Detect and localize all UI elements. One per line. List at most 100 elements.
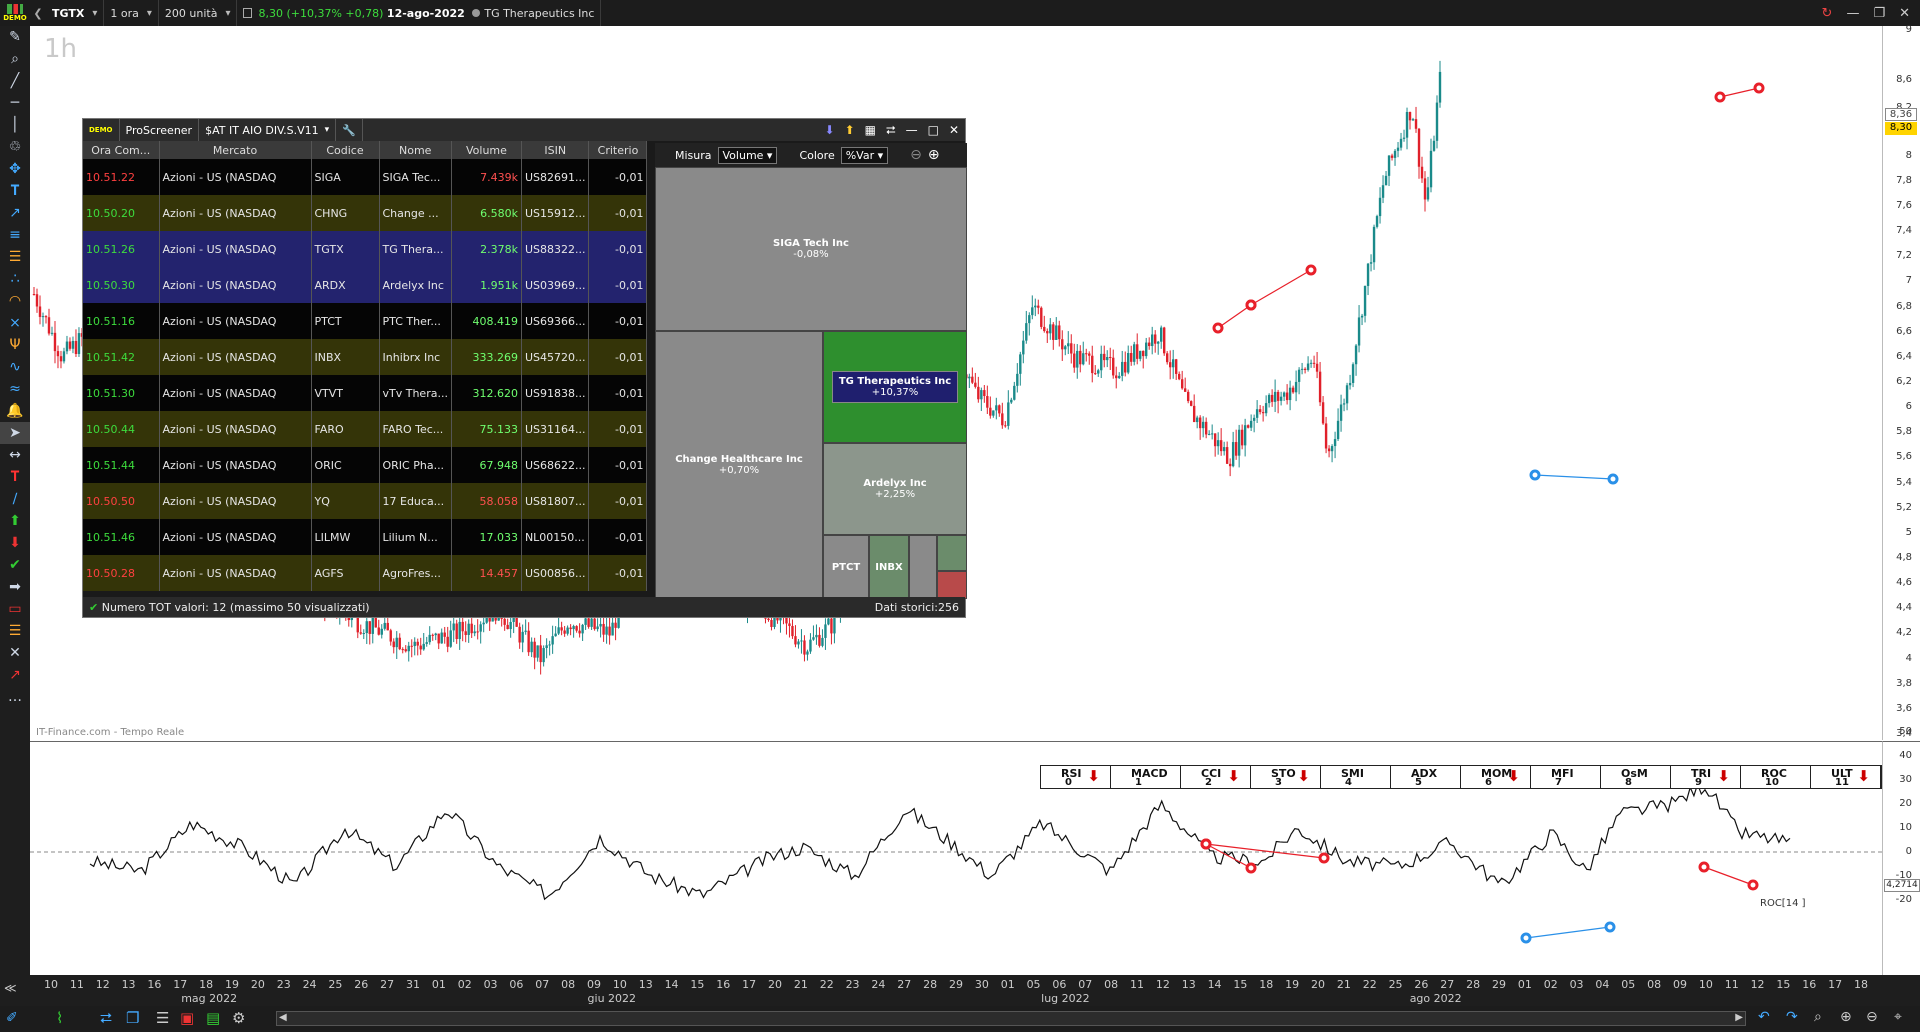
treemap-cell-small[interactable] xyxy=(937,571,967,599)
cycle-icon[interactable]: ∿ xyxy=(0,356,30,378)
window-minimize-icon[interactable]: — xyxy=(906,123,918,138)
oscillator-axis[interactable]: 50 40 30 20 10 0 -10 -20 4,2714 xyxy=(1882,726,1920,975)
measure-select[interactable]: Volume ▾ xyxy=(717,146,778,164)
draw-menu-icon[interactable]: ✐ xyxy=(6,1010,18,1026)
window-close-icon[interactable]: ✕ xyxy=(949,123,959,138)
table-row[interactable]: 10.51.30 Azioni - US (NASDAQ VTVT vTv Thera… xyxy=(83,375,648,411)
scroll-right-icon[interactable]: ▶ xyxy=(1735,1012,1743,1023)
indicator-mom[interactable]: MOM 6 ⬇ xyxy=(1461,766,1531,788)
indicator-rsi[interactable]: RSI 0 ⬇ xyxy=(1041,766,1111,788)
undo-icon[interactable]: ↶ xyxy=(1758,1009,1770,1025)
zoom-in-icon[interactable]: ⊕ xyxy=(928,147,940,163)
divergence-point[interactable] xyxy=(1245,862,1257,874)
arrow-up-icon[interactable]: ⬆ xyxy=(0,510,30,532)
chevron-left-icon[interactable]: ≪ xyxy=(4,981,17,995)
divergence-point[interactable] xyxy=(1200,838,1212,850)
zoom-out-icon[interactable]: ⊖ xyxy=(1866,1009,1878,1025)
color-select[interactable]: %Var ▾ xyxy=(840,146,889,164)
column-header[interactable]: Codice xyxy=(311,141,380,159)
table-row[interactable]: 10.50.44 Azioni - US (NASDAQ FARO FARO Tec.… xyxy=(83,411,648,447)
table-row[interactable]: 10.51.46 Azioni - US (NASDAQ LILMW Lilium N… xyxy=(83,519,648,555)
table-row[interactable]: 10.51.44 Azioni - US (NASDAQ ORIC ORIC Pha.… xyxy=(83,447,648,483)
divergence-point[interactable] xyxy=(1714,91,1726,103)
minimize-icon[interactable]: — xyxy=(1846,6,1859,21)
table-row[interactable]: 10.51.22 Azioni - US (NASDAQ SIGA SIGA Tec.… xyxy=(83,159,648,195)
scroll-left-icon[interactable]: ◀ xyxy=(279,1012,287,1023)
treemap-cell-siga[interactable]: SIGA Tech Inc -0,08% xyxy=(655,167,967,331)
arrow-down-icon[interactable]: ⬇ xyxy=(0,532,30,554)
divergence-point[interactable] xyxy=(1753,82,1765,94)
redo-icon[interactable]: ↷ xyxy=(1786,1009,1798,1025)
share-icon[interactable]: ⮂ xyxy=(886,123,896,138)
zoom-icon[interactable]: ⌕ xyxy=(0,48,30,70)
scanner-icon[interactable]: ▤ xyxy=(206,1009,220,1027)
chevron-left-icon[interactable]: ❮ xyxy=(30,0,46,26)
fibonacci-icon[interactable]: ☰ xyxy=(0,246,30,268)
table-row[interactable]: 10.51.16 Azioni - US (NASDAQ PTCT PTC Ther.… xyxy=(83,303,648,339)
zoom-out-icon[interactable]: ⊖ xyxy=(910,147,922,163)
column-header[interactable]: Volume xyxy=(451,141,522,159)
column-header[interactable]: Ora Com... xyxy=(83,141,160,159)
divergence-line[interactable] xyxy=(1534,474,1614,480)
refresh-icon[interactable]: ↻ xyxy=(1822,6,1833,21)
divergence-point[interactable] xyxy=(1318,852,1330,864)
proscreener-titlebar[interactable]: DEMO ProScreener $AT IT AIO DIV.S.V11 ▾ 🔧… xyxy=(83,119,965,141)
layers-icon[interactable]: ☰ xyxy=(0,620,30,642)
text-tool-icon[interactable]: 𝐓 xyxy=(0,180,30,202)
timeframe-select[interactable]: 1 ora xyxy=(104,0,159,26)
measure-icon[interactable]: ↔ xyxy=(0,444,30,466)
screener-icon[interactable]: ▣ xyxy=(180,1009,194,1027)
close-icon[interactable]: ✕ xyxy=(1899,6,1910,21)
divergence-line[interactable] xyxy=(1525,926,1611,939)
divergence-point[interactable] xyxy=(1305,264,1317,276)
divergence-line[interactable] xyxy=(1250,269,1312,306)
indicator-smi[interactable]: SMI 4 xyxy=(1321,766,1391,788)
gann-icon[interactable]: ⨯ xyxy=(0,312,30,334)
treemap-cell-small[interactable] xyxy=(909,535,937,599)
indicator-adx[interactable]: ADX 5 xyxy=(1391,766,1461,788)
wrench-icon[interactable]: 🔧 xyxy=(336,119,363,141)
pitchfork-icon[interactable]: Ψ xyxy=(0,334,30,356)
window-maximize-icon[interactable]: □ xyxy=(928,123,939,138)
divergence-point[interactable] xyxy=(1607,473,1619,485)
column-header[interactable]: ISIN xyxy=(521,141,590,159)
treemap-cell-chng[interactable]: Change Healthcare Inc +0,70% xyxy=(655,331,823,599)
symbol-select[interactable]: TGTX xyxy=(46,0,105,26)
table-row[interactable]: 10.50.30 Azioni - US (NASDAQ ARDX Ardelyx I… xyxy=(83,267,648,303)
vertical-line-icon[interactable]: │ xyxy=(0,114,30,136)
horizontal-scrollbar[interactable]: ◀ ▶ xyxy=(276,1011,1746,1026)
screener-list-select[interactable]: $AT IT AIO DIV.S.V11 ▾ xyxy=(199,119,337,141)
divergence-point[interactable] xyxy=(1747,879,1759,891)
column-header[interactable]: Mercato xyxy=(159,141,312,159)
arc-icon[interactable]: ◠ xyxy=(0,290,30,312)
divergence-point[interactable] xyxy=(1520,932,1532,944)
indicator-roc[interactable]: ROC 10 xyxy=(1741,766,1811,788)
ruler-icon[interactable]: ▭ xyxy=(0,598,30,620)
text-label-icon[interactable]: 𝐓 xyxy=(0,466,30,488)
divergence-line[interactable] xyxy=(1703,866,1754,886)
list-icon[interactable]: ☰ xyxy=(156,1009,169,1027)
wave-icon[interactable]: ≈ xyxy=(0,378,30,400)
column-header[interactable]: Criterio xyxy=(588,141,648,159)
upload-icon[interactable]: ⬆ xyxy=(845,123,855,138)
divergence-line[interactable] xyxy=(1719,87,1760,98)
zoom-fit-icon[interactable]: ⌕ xyxy=(1814,1009,1822,1025)
table-row[interactable]: 10.50.20 Azioni - US (NASDAQ CHNG Change ..… xyxy=(83,195,648,231)
treemap-cell-small[interactable] xyxy=(937,535,967,571)
indicator-osm[interactable]: OsM 8 xyxy=(1601,766,1671,788)
screener-results-table[interactable]: Ora Com... Mercato Codice Nome Volume ISIN Cri… xyxy=(83,141,649,603)
check-icon[interactable]: ✔ xyxy=(0,554,30,576)
price-axis[interactable]: 98,68,287,87,67,47,276,86,66,46,265,85,6… xyxy=(1882,24,1920,740)
table-row[interactable]: 10.51.26 Azioni - US (NASDAQ TGTX TG Thera.… xyxy=(83,231,648,267)
divergence-line[interactable] xyxy=(1217,304,1252,329)
windows-icon[interactable]: ❐ xyxy=(126,1009,139,1027)
treemap-cell-ptct[interactable]: PTCT xyxy=(823,535,869,599)
divergence-point[interactable] xyxy=(1698,861,1710,873)
indicator-cci[interactable]: CCI 2 ⬇ xyxy=(1181,766,1251,788)
line-tool-icon[interactable]: ╱ xyxy=(0,70,30,92)
divergence-point[interactable] xyxy=(1529,469,1541,481)
divergence-point[interactable] xyxy=(1245,299,1257,311)
trendline-icon[interactable]: ↗ xyxy=(0,202,30,224)
proscreener-window[interactable]: DEMO ProScreener $AT IT AIO DIV.S.V11 ▾ 🔧… xyxy=(82,118,967,618)
restore-icon[interactable]: ❐ xyxy=(1873,6,1885,21)
